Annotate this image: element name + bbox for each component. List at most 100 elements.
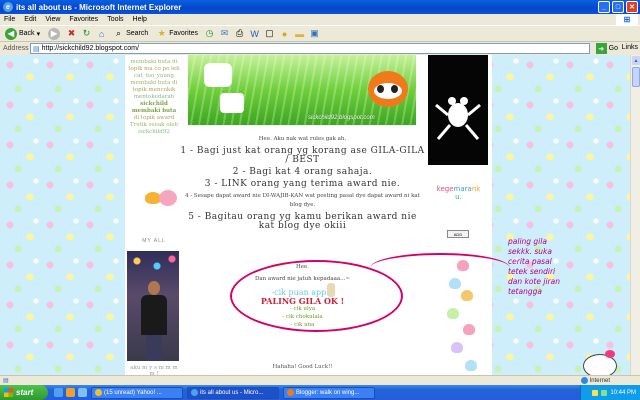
page-done-icon: ▤ xyxy=(3,378,9,384)
annotation-line: paling gila xyxy=(508,237,547,246)
folder-icon[interactable]: ▬ xyxy=(294,28,305,39)
print-icon[interactable]: ⎙ xyxy=(234,28,245,39)
minimize-button[interactable]: _ xyxy=(598,1,610,13)
frog-image[interactable] xyxy=(428,55,488,165)
tray-icon[interactable] xyxy=(601,389,608,396)
menu-tools[interactable]: Tools xyxy=(107,16,123,23)
taskbar-item-label: its all about us - Micro... xyxy=(200,389,264,396)
menu-help[interactable]: Help xyxy=(133,16,147,23)
hand-drawn-line xyxy=(370,253,510,283)
sidebar-link[interactable]: topik mencokik xyxy=(128,87,180,94)
title-bar: e its all about us - Microsoft Internet … xyxy=(0,0,640,14)
annotation-line: tetangga xyxy=(508,287,542,296)
links-label[interactable]: Links xyxy=(622,44,638,51)
add-button[interactable]: ADD xyxy=(447,230,469,238)
address-input[interactable]: ▤ http://sickchild92.blogspot.com/ xyxy=(30,43,590,54)
tray-icon[interactable] xyxy=(592,389,599,396)
annotation-line: tetek sendiri xyxy=(508,267,556,276)
taskbar-item[interactable]: Blogger: walk on wing... xyxy=(283,386,375,399)
cartoon-bubbles-image xyxy=(145,190,177,212)
clock: 10:44 PM xyxy=(610,389,636,396)
post-footer: Hahaha! Good Luck!! xyxy=(272,364,333,370)
left-sidebar: membaki buta di topik ma co po leh cat_t… xyxy=(125,55,180,385)
search-button[interactable]: ⌕ Search xyxy=(111,27,150,41)
stop-icon[interactable]: ✖ xyxy=(66,28,77,39)
window-title: its all about us - Microsoft Internet Ex… xyxy=(16,2,182,12)
star-icon: ★ xyxy=(157,28,166,38)
home-icon[interactable]: ⌂ xyxy=(96,28,107,39)
blogger-icon xyxy=(287,389,294,396)
research-icon[interactable]: ▣ xyxy=(309,28,320,39)
annotation-line: cerita pasal xyxy=(508,257,552,266)
go-button[interactable]: ➜ Go xyxy=(595,43,618,54)
dedic-name[interactable]: - cik una xyxy=(180,321,425,329)
zone-label: Internet xyxy=(589,377,610,384)
dropdown-icon[interactable]: ▾ xyxy=(37,30,41,38)
address-bar: Address ▤ http://sickchild92.blogspot.co… xyxy=(0,42,640,55)
media-quicklaunch-icon[interactable] xyxy=(66,388,75,397)
back-arrow-icon: ◀ xyxy=(5,27,17,40)
dedic-name[interactable]: - cik chokulala xyxy=(180,313,425,321)
taskbar-item-active[interactable]: its all about us - Micro... xyxy=(187,386,279,399)
system-tray: 10:44 PM xyxy=(580,385,640,400)
address-url: http://sickchild92.blogspot.com/ xyxy=(41,45,139,52)
sidebar-link[interactable]: membaki buta di xyxy=(128,59,180,66)
sidebar-link[interactable]: sickchild92 xyxy=(128,129,180,136)
messenger-icon[interactable]: ● xyxy=(279,28,290,39)
scroll-thumb[interactable] xyxy=(632,67,640,87)
profile-photo[interactable] xyxy=(127,251,179,361)
sidebar-link[interactable]: topik ma co po leh xyxy=(128,66,180,73)
forward-button[interactable]: ▶ xyxy=(46,27,62,41)
desktop-quicklaunch-icon[interactable] xyxy=(78,388,87,397)
sidebar-link[interactable]: cat_too_young xyxy=(128,73,180,80)
white-cat-icon xyxy=(204,63,232,87)
search-icon: ⌕ xyxy=(116,28,122,38)
heart-icon xyxy=(463,324,475,335)
person-shirt xyxy=(141,295,167,335)
menu-view[interactable]: View xyxy=(45,16,60,23)
history-icon[interactable]: ◷ xyxy=(204,28,215,39)
go-arrow-icon: ➜ xyxy=(595,43,607,54)
address-label: Address xyxy=(3,45,29,52)
maximize-button[interactable]: □ xyxy=(612,1,624,13)
menu-edit[interactable]: Edit xyxy=(24,16,36,23)
discuss-icon[interactable]: ▢ xyxy=(264,28,275,39)
mail-icon[interactable]: ✉ xyxy=(219,28,230,39)
vertical-scrollbar[interactable]: ▲ ▼ xyxy=(630,55,640,385)
toolbar: ◀ Back ▾ ▶ ✖ ↻ ⌂ ⌕ Search ★ Favorites ◷ … xyxy=(0,25,640,42)
favorites-button[interactable]: ★ Favorites xyxy=(154,27,200,41)
scroll-up-icon[interactable]: ▲ xyxy=(632,56,640,65)
menu-favorites[interactable]: Favorites xyxy=(69,16,98,23)
dedic-name[interactable]: - cik ulya xyxy=(180,305,425,313)
close-button[interactable]: ✕ xyxy=(626,1,638,13)
sidebar-link[interactable]: membaki buta di xyxy=(128,80,180,87)
ie-icon xyxy=(191,389,198,396)
pink-bubble-icon xyxy=(159,190,177,206)
back-button[interactable]: ◀ Back ▾ xyxy=(3,27,42,41)
windows-logo-icon: ⊞ xyxy=(616,14,638,25)
sidebar-link[interactable]: di topik award xyxy=(128,115,180,122)
sidebar-link[interactable]: mentokedarah xyxy=(128,94,180,101)
refresh-icon[interactable]: ↻ xyxy=(81,28,92,39)
menu-file[interactable]: File xyxy=(4,16,15,23)
browser-window: e its all about us - Microsoft Internet … xyxy=(0,0,640,400)
kitty-bow xyxy=(605,350,615,358)
person-head xyxy=(148,281,160,295)
frog-icon xyxy=(435,97,481,140)
rule-line: 3 - LINK orang yang terima award nie. xyxy=(204,179,401,189)
menu-bar: File Edit View Favorites Tools Help ⊞ xyxy=(0,14,640,25)
sidebar-link[interactable]: Trufik seeak oleh xyxy=(128,122,180,129)
windows-flag-icon xyxy=(4,388,13,397)
blog-banner[interactable]: sickchild92.blogspot.com xyxy=(188,55,416,125)
start-label: start xyxy=(16,388,34,397)
start-button[interactable]: start xyxy=(0,385,48,400)
heart-icon xyxy=(451,342,463,353)
taskbar-item[interactable]: (15 unread) Yahoo! ... xyxy=(91,386,183,399)
edit-icon[interactable]: W xyxy=(249,28,260,39)
ie-quicklaunch-icon[interactable] xyxy=(54,388,63,397)
heart-icon xyxy=(465,360,477,371)
person-legs xyxy=(146,335,162,361)
back-label: Back xyxy=(19,30,35,37)
sidebar-link[interactable]: sickchild membaki buta xyxy=(128,101,180,115)
window-controls: _ □ ✕ xyxy=(598,1,638,13)
